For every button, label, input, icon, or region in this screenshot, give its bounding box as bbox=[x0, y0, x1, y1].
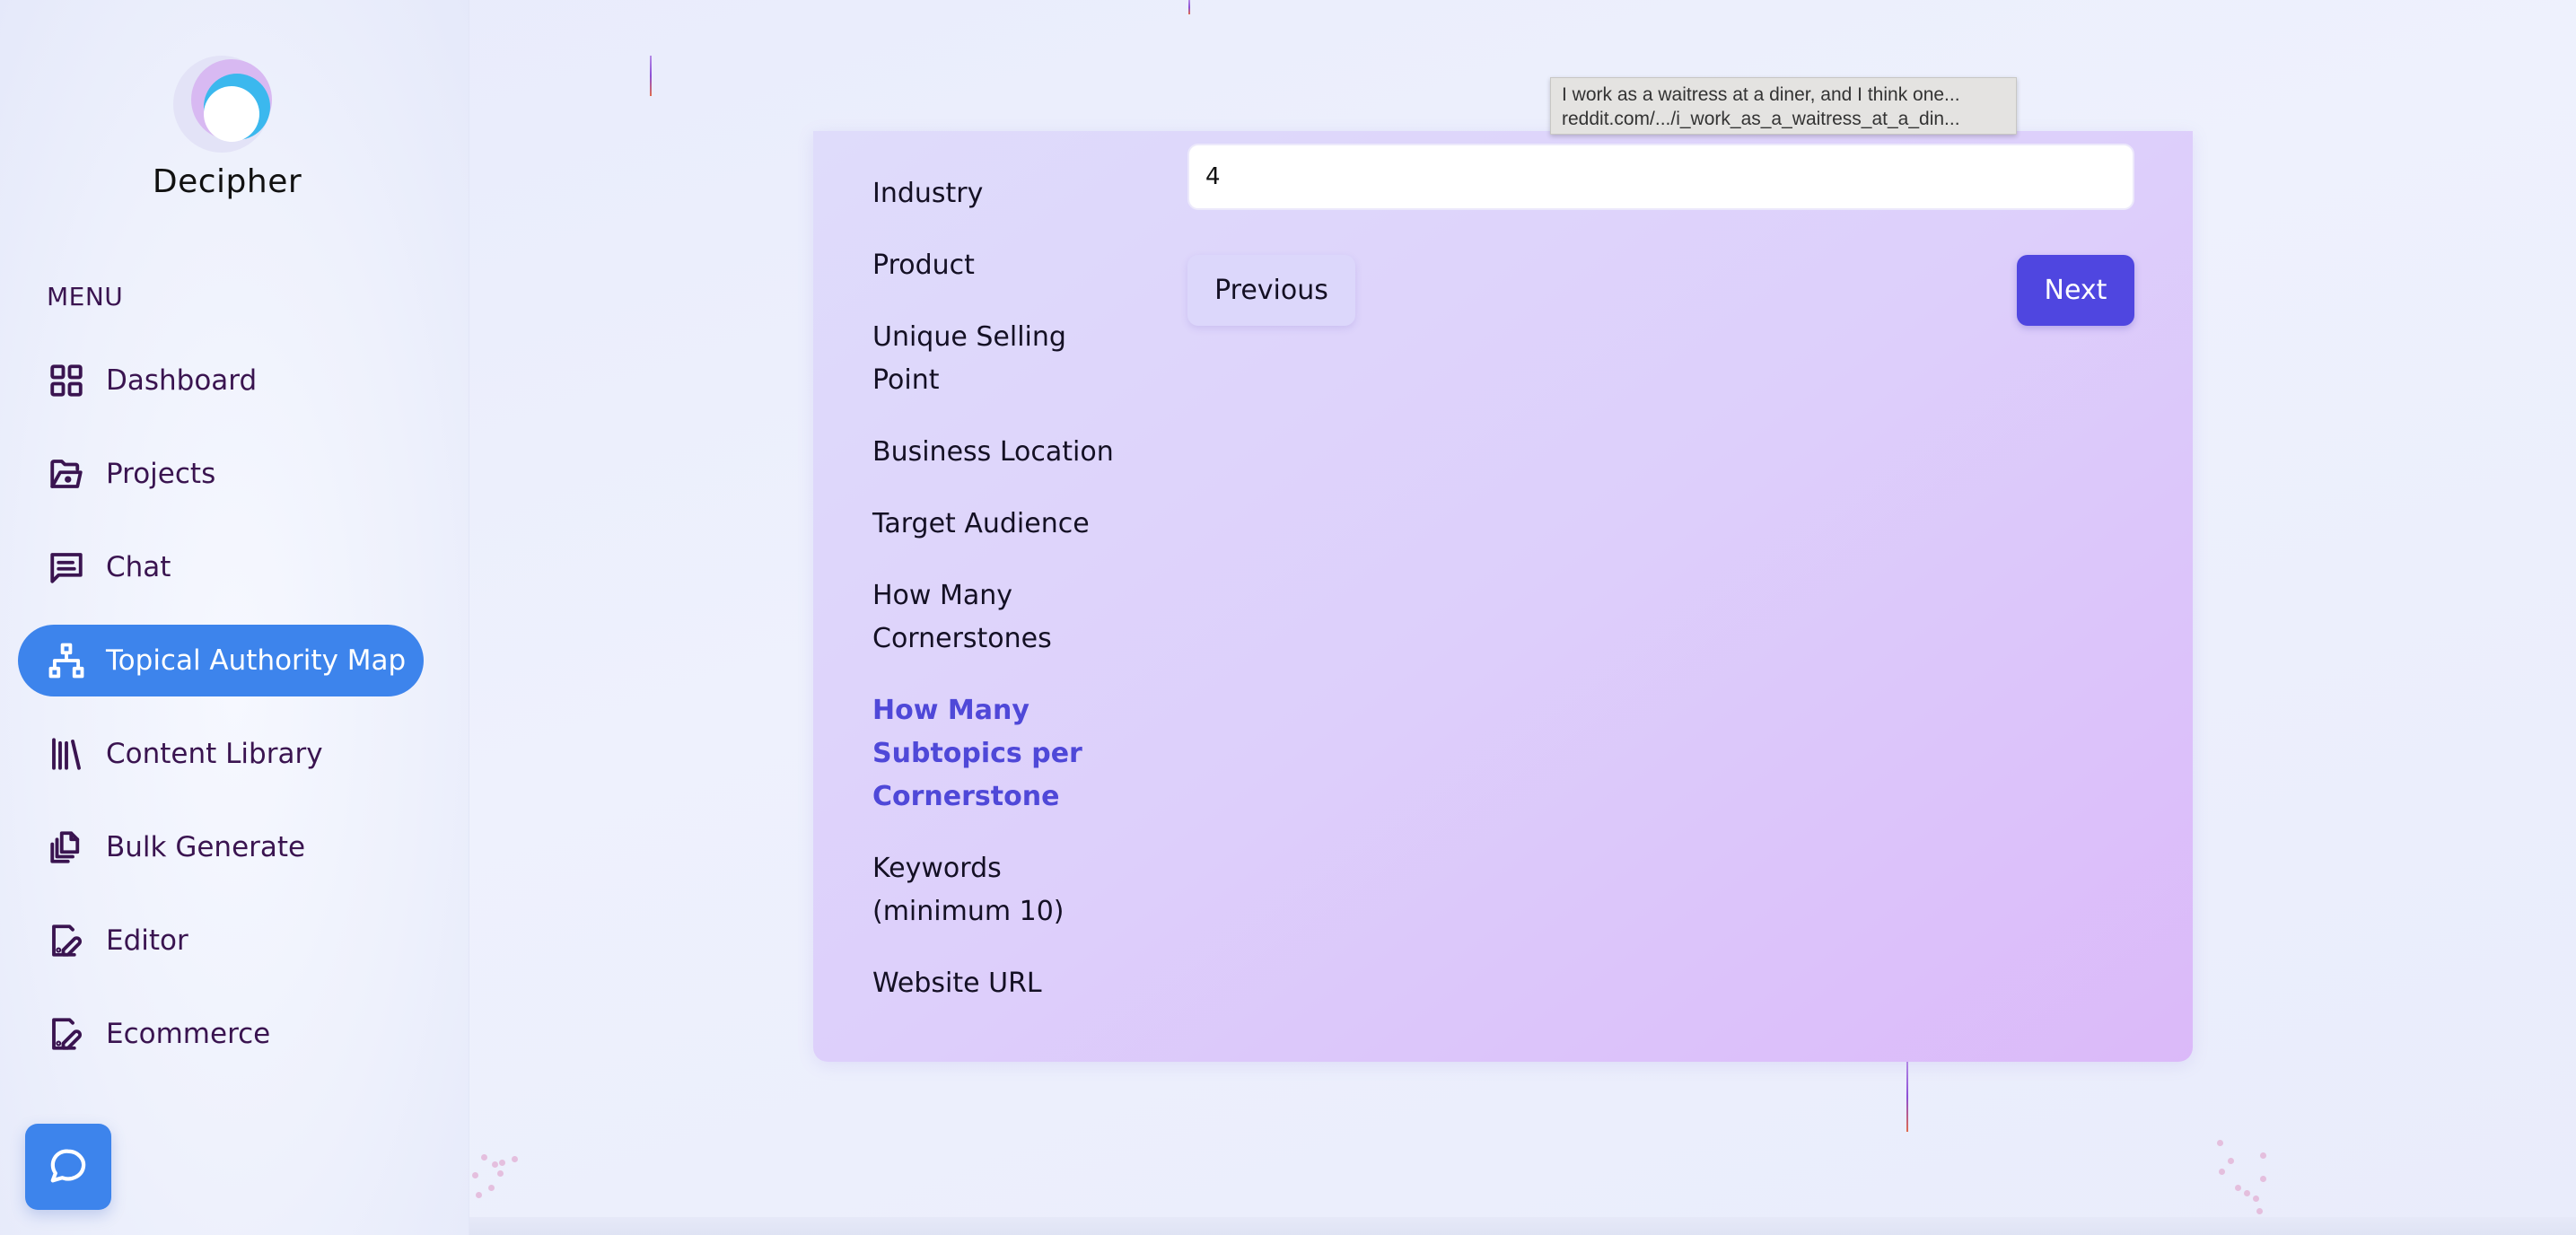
sidebar-item-content-library[interactable]: Content Library bbox=[18, 718, 424, 790]
next-button[interactable]: Next bbox=[2017, 255, 2134, 326]
sidebar-item-bulk-generate[interactable]: Bulk Generate bbox=[18, 811, 424, 883]
sidebar-item-ecommerce[interactable]: Ecommerce bbox=[18, 998, 424, 1070]
sidebar-item-label: Bulk Generate bbox=[106, 831, 306, 863]
decorative-meteor bbox=[1906, 1062, 1908, 1132]
sidebar-item-label: Chat bbox=[106, 551, 171, 583]
edit-file-icon bbox=[47, 921, 86, 960]
sidebar-item-label: Ecommerce bbox=[106, 1018, 271, 1050]
logo[interactable]: Decipher bbox=[0, 50, 454, 200]
tooltip-url: reddit.com/.../i_work_as_a_waitress_at_a… bbox=[1562, 109, 1960, 129]
step-keywords[interactable]: Keywords (minimum 10) bbox=[872, 847, 1133, 933]
folder-icon bbox=[47, 454, 86, 494]
wizard-card: Industry Product Unique Selling Point Bu… bbox=[813, 131, 2193, 1062]
sidebar-item-projects[interactable]: Projects bbox=[18, 438, 424, 510]
decipher-logo-icon bbox=[173, 50, 281, 158]
step-unique-selling-point[interactable]: Unique Selling Point bbox=[872, 316, 1133, 402]
sidebar-item-label: Projects bbox=[106, 458, 216, 490]
step-subtopics-per-cornerstone[interactable]: How Many Subtopics per Cornerstone bbox=[872, 689, 1133, 819]
step-product[interactable]: Product bbox=[872, 244, 1133, 287]
subtopics-count-input[interactable] bbox=[1187, 144, 2134, 210]
step-website-url[interactable]: Website URL bbox=[872, 962, 1133, 1005]
step-how-many-cornerstones[interactable]: How Many Cornerstones bbox=[872, 574, 1133, 661]
menu-label: MENU bbox=[47, 282, 124, 311]
sidebar-item-topical-authority-map[interactable]: Topical Authority Map bbox=[18, 625, 424, 696]
decorative-meteor bbox=[650, 56, 652, 96]
link-tooltip: I work as a waitress at a diner, and I t… bbox=[1550, 77, 2017, 135]
sidebar-item-label: Topical Authority Map bbox=[106, 644, 407, 677]
step-business-location[interactable]: Business Location bbox=[872, 431, 1133, 474]
sidebar-nav: Dashboard Projects Chat Topical Authorit… bbox=[18, 345, 424, 1091]
brand-name: Decipher bbox=[152, 163, 302, 200]
wizard-steps: Industry Product Unique Selling Point Bu… bbox=[872, 172, 1133, 1034]
sidebar-item-editor[interactable]: Editor bbox=[18, 905, 424, 977]
chat-bubble-icon bbox=[50, 1149, 86, 1183]
grid-icon bbox=[47, 361, 86, 400]
step-target-audience[interactable]: Target Audience bbox=[872, 503, 1133, 546]
chat-support-button[interactable] bbox=[25, 1124, 111, 1210]
tooltip-title: I work as a waitress at a diner, and I t… bbox=[1562, 84, 1960, 105]
edit-file-icon bbox=[47, 1014, 86, 1054]
previous-button[interactable]: Previous bbox=[1187, 255, 1355, 326]
decorative-meteor bbox=[1188, 0, 1190, 14]
bottom-edge bbox=[469, 1217, 2576, 1235]
sidebar-item-dashboard[interactable]: Dashboard bbox=[18, 345, 424, 416]
message-icon bbox=[47, 547, 86, 587]
sidebar-item-chat[interactable]: Chat bbox=[18, 531, 424, 603]
step-industry[interactable]: Industry bbox=[872, 172, 1133, 215]
sidebar: Decipher MENU Dashboard Projects Chat To… bbox=[0, 0, 469, 1235]
sidebar-item-label: Content Library bbox=[106, 738, 323, 770]
sidebar-item-label: Editor bbox=[106, 924, 188, 957]
sidebar-item-label: Dashboard bbox=[106, 364, 258, 397]
copy-files-icon bbox=[47, 828, 86, 867]
library-icon bbox=[47, 734, 86, 774]
sitemap-icon bbox=[47, 641, 86, 680]
